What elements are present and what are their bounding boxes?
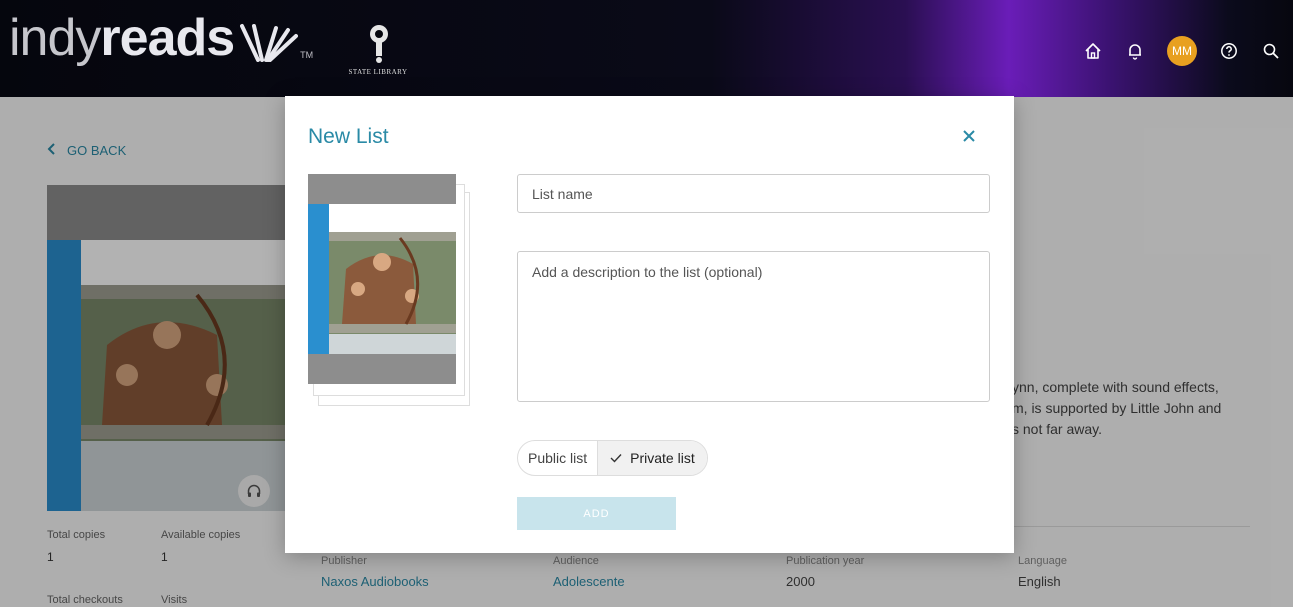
state-library-logo[interactable]: STATE LIBRARY	[333, 20, 423, 80]
public-list-label: Public list	[528, 450, 588, 466]
indyreads-logo[interactable]: indy reads TM	[9, 8, 313, 68]
private-list-label: Private list	[630, 450, 695, 466]
public-list-option[interactable]: Public list	[518, 441, 597, 475]
close-icon	[963, 130, 975, 142]
add-list-button[interactable]: ADD	[517, 497, 676, 530]
search-icon[interactable]	[1261, 41, 1281, 61]
header-actions: MM	[1083, 36, 1281, 66]
logo-mark-icon	[240, 24, 299, 62]
check-icon	[610, 454, 622, 463]
help-icon[interactable]	[1219, 41, 1239, 61]
user-avatar[interactable]: MM	[1167, 36, 1197, 66]
visibility-toggle: Public list Private list	[517, 440, 708, 476]
list-name-input[interactable]	[517, 174, 990, 213]
list-cover-preview	[308, 174, 478, 414]
close-button[interactable]	[957, 124, 981, 148]
home-icon[interactable]	[1083, 41, 1103, 61]
dialog-title: New List	[308, 125, 389, 148]
list-description-input[interactable]	[517, 251, 990, 402]
app-header: indy reads TM STATE LIBRARY MM	[0, 0, 1293, 97]
logo-text-bold: reads	[100, 9, 235, 67]
robin-hood-cover-thumbnail	[308, 174, 456, 384]
bell-icon[interactable]	[1125, 41, 1145, 61]
logo-trademark: TM	[300, 50, 314, 60]
private-list-option[interactable]: Private list	[597, 441, 707, 475]
new-list-dialog: New List Public list Priva	[285, 96, 1014, 553]
state-library-emblem-icon	[370, 25, 388, 63]
state-library-text: STATE LIBRARY	[348, 68, 408, 76]
logo-text-light: indy	[9, 9, 101, 67]
